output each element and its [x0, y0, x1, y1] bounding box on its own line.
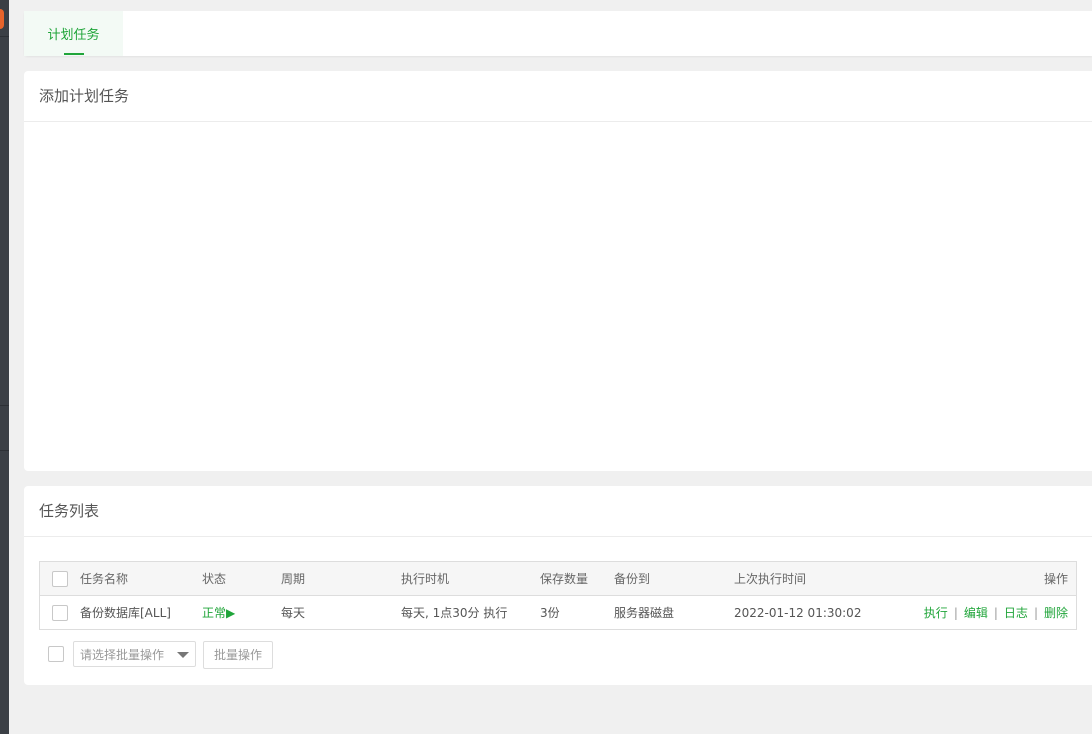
task-name: 备份数据库[ALL]	[80, 606, 171, 620]
column-header-status[interactable]: 状态	[202, 562, 281, 596]
task-list-panel: 任务列表 任务名称 状态 周期 执行时机 保存数量 备份到 上次执行时间 操作 …	[24, 486, 1092, 685]
app-sidebar-edge	[0, 0, 9, 734]
action-separator: |	[993, 606, 998, 620]
column-header-exec-time[interactable]: 执行时机	[401, 562, 540, 596]
table-header-row: 任务名称 状态 周期 执行时机 保存数量 备份到 上次执行时间 操作	[39, 561, 1077, 596]
task-last-run: 2022-01-12 01:30:02	[734, 605, 862, 620]
task-actions: 执行 | 编辑 | 日志 | 删除	[884, 596, 1077, 630]
table-row: 备份数据库[ALL] 正常▶ 每天 每天, 1点30分 执行 3份 服务器磁盘 …	[40, 596, 1077, 630]
notification-badge	[0, 9, 4, 29]
task-backup-to: 服务器磁盘	[614, 606, 675, 620]
column-header-keep-count[interactable]: 保存数量	[540, 562, 614, 596]
column-header-backup-to[interactable]: 备份到	[614, 562, 734, 596]
execute-link[interactable]: 执行	[924, 606, 948, 620]
task-cycle: 每天	[281, 606, 306, 620]
action-separator: |	[953, 606, 958, 620]
batch-operation-select[interactable]: 请选择批量操作	[73, 641, 196, 667]
column-header-cycle[interactable]: 周期	[281, 562, 401, 596]
select-all-checkbox[interactable]	[52, 570, 68, 587]
tab-label: 计划任务	[47, 28, 100, 43]
row-checkbox[interactable]	[52, 604, 68, 621]
chevron-down-icon	[177, 652, 189, 658]
task-status[interactable]: 正常▶	[202, 606, 235, 620]
add-task-title: 添加计划任务	[24, 71, 1092, 122]
task-list-title: 任务列表	[24, 486, 1092, 537]
batch-operation-button[interactable]: 批量操作	[203, 641, 273, 669]
batch-select-placeholder: 请选择批量操作	[80, 648, 165, 662]
edit-link[interactable]: 编辑	[964, 606, 988, 620]
column-header-last-run[interactable]: 上次执行时间	[734, 562, 884, 596]
column-header-name[interactable]: 任务名称	[80, 562, 202, 596]
batch-select-all-checkbox[interactable]	[48, 646, 64, 662]
active-tab-indicator	[64, 53, 84, 55]
task-keep-count: 3份	[540, 606, 560, 620]
task-exec-time: 每天, 1点30分 执行	[401, 606, 508, 620]
task-table: 任务名称 状态 周期 执行时机 保存数量 备份到 上次执行时间 操作 备份数据库…	[39, 561, 1077, 630]
column-header-actions: 操作	[1043, 572, 1068, 586]
add-task-panel: 添加计划任务	[24, 71, 1092, 471]
action-separator: |	[1033, 606, 1038, 620]
delete-link[interactable]: 删除	[1044, 606, 1068, 620]
log-link[interactable]: 日志	[1004, 606, 1028, 620]
tab-scheduled-tasks[interactable]: 计划任务	[24, 11, 123, 56]
tab-bar: 计划任务	[24, 11, 1092, 56]
